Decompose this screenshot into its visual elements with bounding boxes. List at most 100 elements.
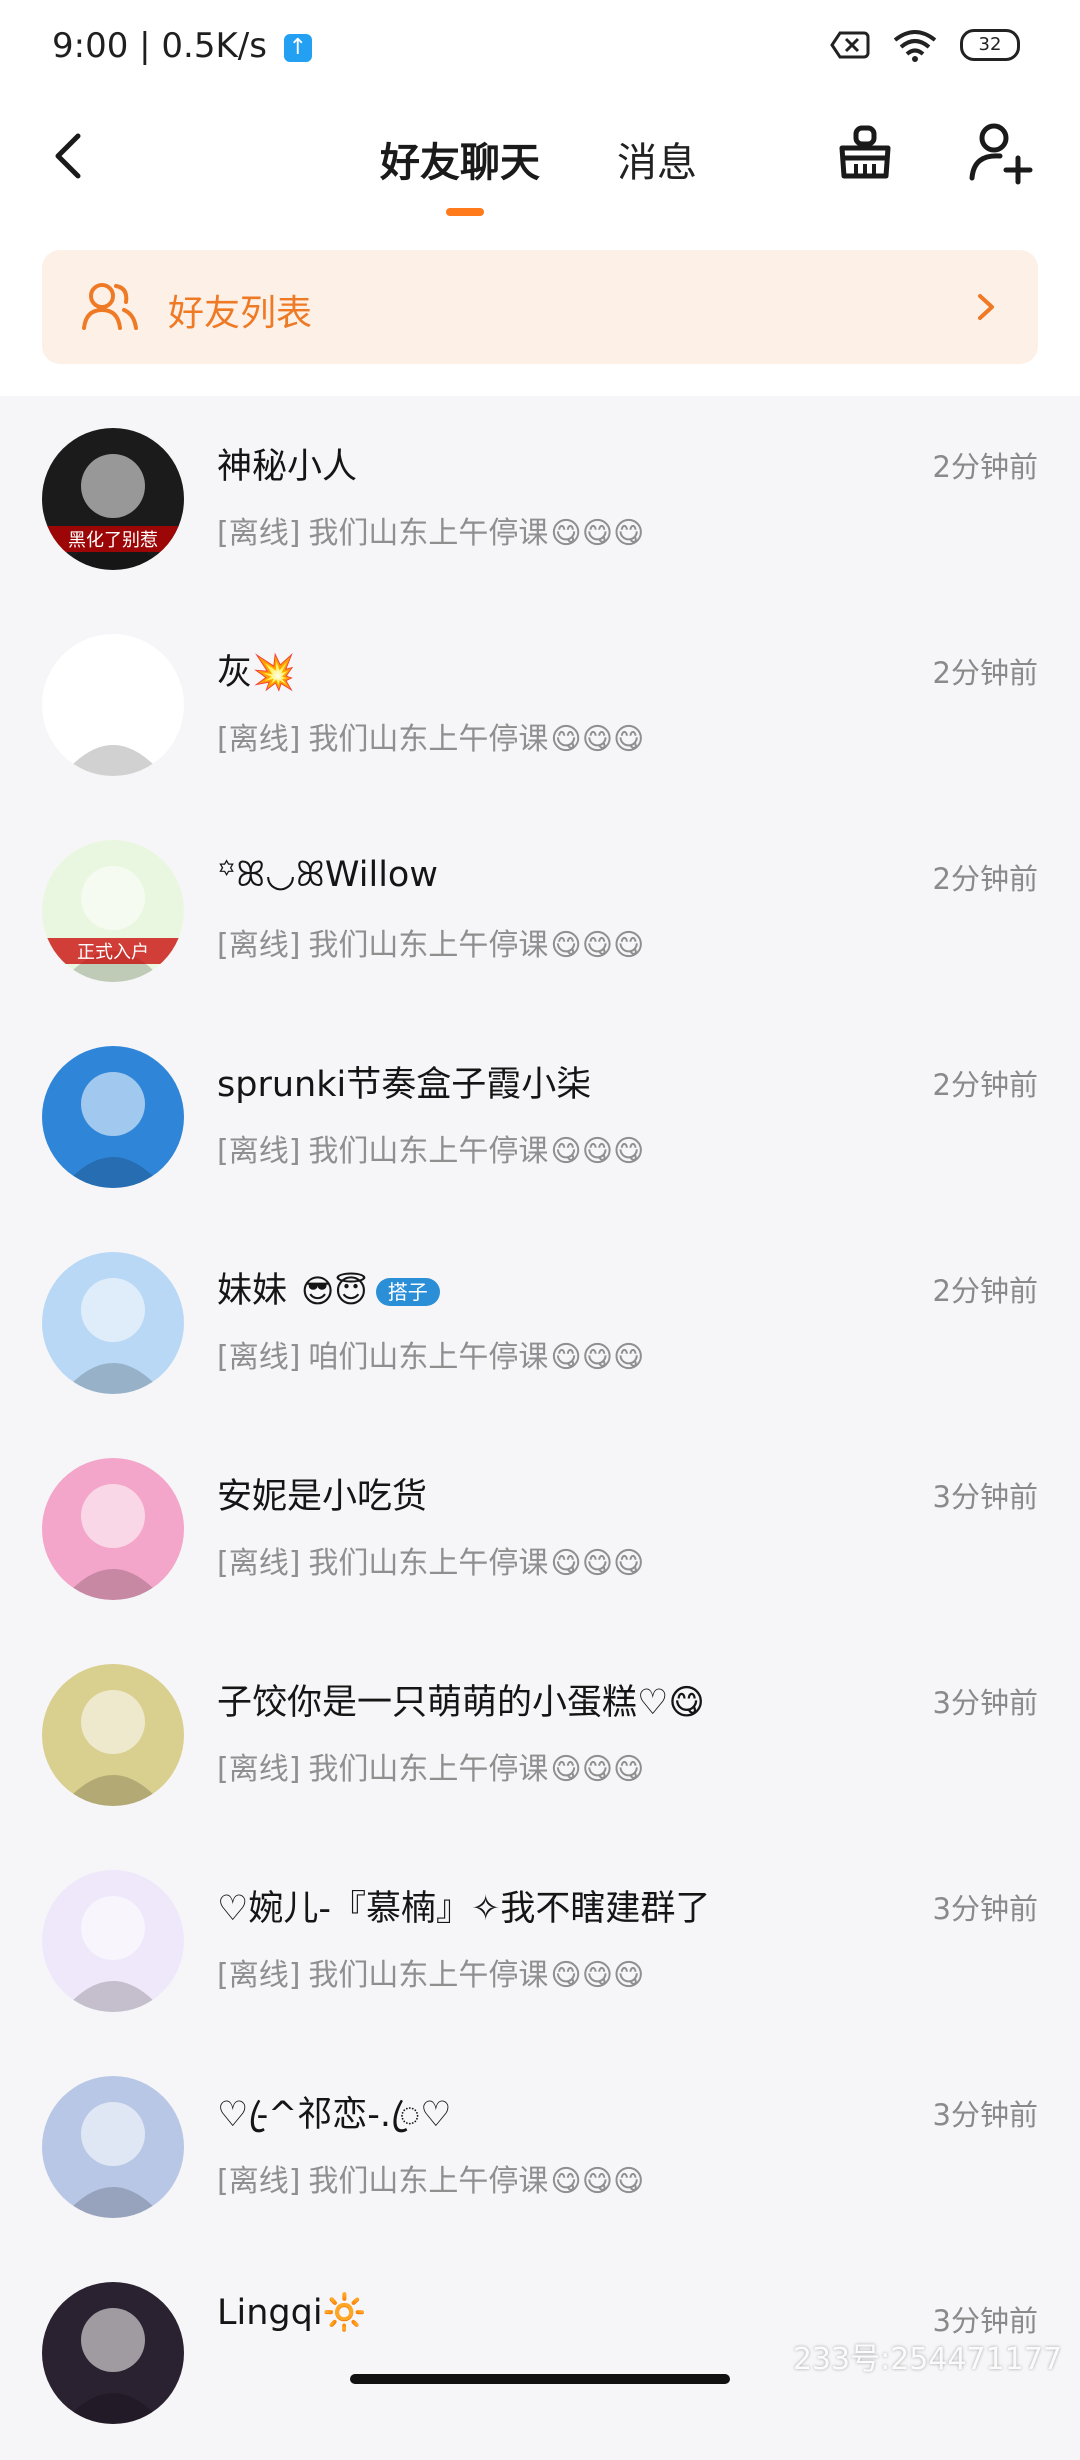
avatar-image [42, 634, 184, 776]
contact-name-text: 妹妹 [217, 1271, 288, 1311]
avatar-image [42, 2282, 184, 2424]
message-time: 2分钟前 [932, 656, 1038, 690]
message-text: 我们山东上午停课 [308, 1752, 549, 1787]
message-preview: [离线] 我们山东上午停课😋😋😋 [217, 508, 644, 552]
contact-name-text: 神秘小人 [217, 447, 358, 487]
avatar-image [42, 1252, 184, 1394]
chat-row[interactable]: 安妮是小吃货 3分钟前 [离线] 我们山东上午停课😋😋😋 [0, 1430, 1080, 1636]
message-emojis: 😋😋😋 [550, 1340, 645, 1375]
contact-name: ♡婉儿-『慕楠』✧我不瞎建群了 [217, 1880, 710, 1931]
message-time: 2分钟前 [932, 862, 1038, 896]
avatar[interactable] [42, 1458, 184, 1600]
broom-clean-icon[interactable] [830, 118, 900, 188]
message-preview: [离线] 我们山东上午停课😋😋😋 [217, 2156, 644, 2200]
contact-name-text: 安妮是小吃货 [217, 1477, 428, 1517]
message-text: 我们山东上午停课 [308, 928, 549, 963]
active-tab-indicator [446, 208, 484, 216]
message-preview: [离线] 我们山东上午停课😋😋😋 [217, 714, 644, 758]
contact-name-text: ♡-ꦿ^祁恋-.ꦿ♡ [217, 2095, 452, 2135]
name-emoji: 😎😇 [301, 1272, 368, 1310]
status-bar: 9:00 | 0.5K/s ↑ 32 [0, 0, 1080, 100]
online-status: [离线] [217, 1340, 301, 1375]
avatar-image [42, 2076, 184, 2218]
message-emojis: 😋😋😋 [550, 1546, 645, 1581]
home-indicator[interactable] [350, 2374, 730, 2384]
avatar[interactable] [42, 634, 184, 776]
avatar[interactable] [42, 1252, 184, 1394]
chat-row[interactable]: 灰💥 2分钟前 [离线] 我们山东上午停课😋😋😋 [0, 606, 1080, 812]
chat-row[interactable]: sprunki节奏盒子霞小柒 2分钟前 [离线] 我们山东上午停课😋😋😋 [0, 1018, 1080, 1224]
no-sim-icon [830, 31, 870, 59]
message-emojis: 😋😋😋 [550, 1134, 645, 1169]
friend-list-banner-wrap: 好友列表 [0, 250, 1080, 396]
chat-row[interactable]: 黑化了别惹 神秘小人 2分钟前 [离线] 我们山东上午停课😋😋😋 [0, 400, 1080, 606]
message-preview: [离线] 我们山东上午停课😋😋😋 [217, 1744, 644, 1788]
contact-name: 子饺你是一只萌萌的小蛋糕♡😋 [217, 1674, 705, 1725]
contact-name: 妹妹 😎😇 搭子 [217, 1262, 440, 1313]
message-emojis: 😋😋😋 [550, 722, 645, 757]
add-friend-icon[interactable] [966, 118, 1036, 188]
message-preview: [离线] 我们山东上午停课😋😋😋 [217, 1126, 644, 1170]
avatar-caption: 黑化了别惹 [42, 526, 184, 552]
message-emojis: 😋😋😋 [550, 516, 645, 551]
contact-name-text: sprunki节奏盒子霞小柒 [217, 1065, 592, 1105]
chat-row[interactable]: ♡婉儿-『慕楠』✧我不瞎建群了 3分钟前 [离线] 我们山东上午停课😋😋😋 [0, 1842, 1080, 2048]
message-text: 我们山东上午停课 [308, 2164, 549, 2199]
message-text: 我们山东上午停课 [308, 516, 549, 551]
message-preview: [离线] 我们山东上午停课😋😋😋 [217, 920, 644, 964]
avatar[interactable]: 正式入户 [42, 840, 184, 982]
message-text: 我们山东上午停课 [308, 1546, 549, 1581]
message-time: 3分钟前 [932, 1892, 1038, 1926]
message-text: 我们山东上午停课 [308, 722, 549, 757]
avatar-image [42, 1046, 184, 1188]
message-text: 咱们山东上午停课 [308, 1340, 549, 1375]
chat-list: 黑化了别惹 神秘小人 2分钟前 [离线] 我们山东上午停课😋😋😋 灰💥 2分钟前 [离线] 我们… [0, 400, 1080, 2460]
wifi-icon [893, 30, 937, 62]
message-time: 2分钟前 [932, 1068, 1038, 1102]
message-time: 3分钟前 [932, 2098, 1038, 2132]
chat-row[interactable]: ♡-ꦿ^祁恋-.ꦿ♡ 3分钟前 [离线] 我们山东上午停课😋😋😋 [0, 2048, 1080, 2254]
avatar[interactable] [42, 2282, 184, 2424]
message-preview: [离线] 咱们山东上午停课😋😋😋 [217, 1332, 644, 1376]
contact-name: ꙳ꕤ◡ꕤWillow [217, 850, 438, 897]
friend-list-banner[interactable]: 好友列表 [42, 250, 1038, 364]
tab-friend-chat[interactable]: 好友聊天 [380, 130, 540, 188]
tab-messages[interactable]: 消息 [617, 130, 697, 188]
friend-list-label: 好友列表 [168, 293, 313, 334]
contact-name-text: 灰💥 [217, 653, 296, 693]
online-status: [离线] [217, 1134, 301, 1169]
avatar[interactable] [42, 1664, 184, 1806]
message-time: 2分钟前 [932, 450, 1038, 484]
top-bar: 好友聊天 消息 [0, 100, 1080, 250]
contact-name: sprunki节奏盒子霞小柒 [217, 1056, 591, 1107]
avatar[interactable] [42, 2076, 184, 2218]
avatar-image [42, 1870, 184, 2012]
contact-name: 灰💥 [217, 644, 296, 695]
contact-name: ♡-ꦿ^祁恋-.ꦿ♡ [217, 2086, 452, 2159]
avatar-caption: 正式入户 [42, 938, 184, 964]
online-status: [离线] [217, 928, 301, 963]
status-time: 9:00 | 0.5K/s ↑ [52, 26, 312, 66]
relationship-tag: 搭子 [375, 1278, 440, 1306]
status-icons: 32 [812, 28, 1020, 72]
chat-row[interactable]: 子饺你是一只萌萌的小蛋糕♡😋 3分钟前 [离线] 我们山东上午停课😋😋😋 [0, 1636, 1080, 1842]
upload-arrow-icon: ↑ [283, 33, 312, 62]
message-text: 我们山东上午停课 [308, 1134, 549, 1169]
chat-row[interactable]: 正式入户 ꙳ꕤ◡ꕤWillow 2分钟前 [离线] 我们山东上午停课😋😋😋 [0, 812, 1080, 1018]
back-arrow-icon[interactable] [40, 126, 100, 186]
contact-name: 安妮是小吃货 [217, 1468, 427, 1519]
message-time: 3分钟前 [932, 1480, 1038, 1514]
avatar[interactable] [42, 1046, 184, 1188]
online-status: [离线] [217, 1546, 301, 1581]
message-time: 2分钟前 [932, 1274, 1038, 1308]
chevron-right-icon [978, 294, 994, 320]
contact-name: 神秘小人 [217, 438, 357, 489]
chat-row[interactable]: 妹妹 😎😇 搭子 2分钟前 [离线] 咱们山东上午停课😋😋😋 [0, 1224, 1080, 1430]
message-time: 3分钟前 [932, 1686, 1038, 1720]
avatar[interactable] [42, 1870, 184, 2012]
message-emojis: 😋😋😋 [550, 2164, 645, 2199]
friends-icon [82, 283, 138, 330]
contact-name: Lingqi🔆 [217, 2292, 366, 2333]
online-status: [离线] [217, 2164, 301, 2199]
avatar[interactable]: 黑化了别惹 [42, 428, 184, 570]
